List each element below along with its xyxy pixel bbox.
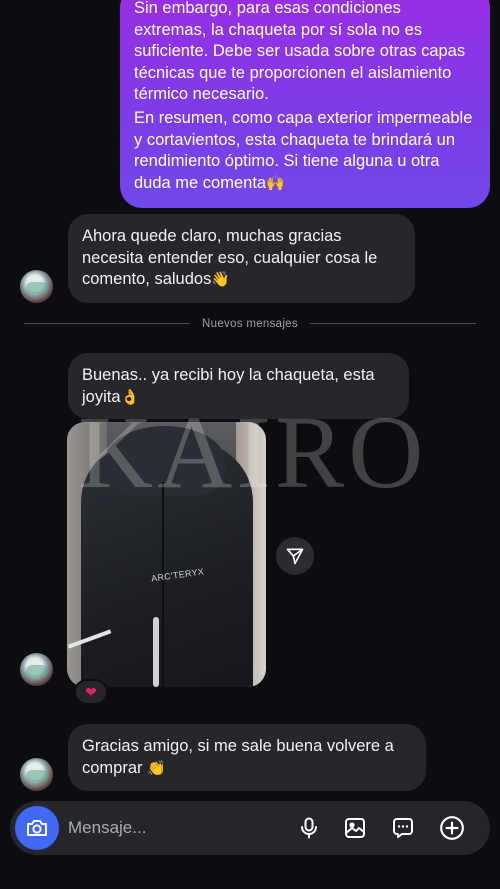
camera-button[interactable] — [15, 806, 59, 850]
gallery-button[interactable] — [342, 815, 368, 841]
avatar[interactable] — [20, 758, 53, 791]
gallery-icon — [345, 818, 365, 838]
avatar[interactable] — [20, 270, 53, 303]
incoming-message-bubble[interactable]: Buenas.. ya recibi hoy la chaqueta, esta… — [68, 353, 409, 419]
camera-icon — [27, 820, 47, 836]
new-messages-divider: Nuevos mensajes — [24, 318, 476, 330]
avatar[interactable] — [20, 653, 53, 686]
jacket-pocket-zipper — [153, 617, 159, 687]
outgoing-message-bubble[interactable]: Sin embargo, para esas condiciones extre… — [120, 0, 490, 209]
outgoing-message-paragraph-2: En resumen, como capa exterior impermeab… — [134, 108, 476, 194]
clapping-hands-emoji: 👏 — [147, 758, 166, 777]
outgoing-message-paragraph-2-text: En resumen, como capa exterior impermeab… — [134, 108, 473, 192]
incoming-message-bubble[interactable]: Gracias amigo, si me sale buena volvere … — [68, 724, 426, 792]
heart-reaction[interactable]: ❤ — [74, 679, 108, 705]
jacket-photo[interactable]: ARC'TERYX — [67, 422, 266, 687]
wave-emoji: 👋 — [211, 270, 231, 289]
microphone-icon — [301, 817, 317, 839]
raised-hands-emoji: 🙌 — [266, 173, 285, 192]
message-input[interactable] — [68, 801, 268, 855]
incoming-message-text: Gracias amigo, si me sale buena volvere … — [82, 737, 394, 777]
plus-button[interactable] — [439, 815, 465, 841]
sticker-button[interactable] — [390, 815, 416, 841]
share-button[interactable] — [276, 537, 314, 575]
ok-hand-emoji: 👌 — [120, 387, 140, 406]
plus-icon — [440, 816, 464, 840]
outgoing-message-paragraph-1: Sin embargo, para esas condiciones extre… — [134, 0, 466, 104]
sticker-icon — [393, 818, 413, 838]
new-messages-label: Nuevos mensajes — [202, 317, 298, 330]
divider-line-right — [309, 323, 476, 324]
incoming-message-bubble[interactable]: Ahora quede claro, muchas gracias necesi… — [68, 214, 415, 303]
divider-line-left — [24, 323, 191, 324]
message-composer — [10, 801, 490, 855]
jacket-hood-shape — [105, 426, 225, 496]
heart-icon: ❤ — [85, 683, 97, 700]
microphone-button[interactable] — [296, 815, 322, 841]
paper-plane-icon — [286, 548, 304, 565]
jacket-zipper — [162, 482, 164, 687]
